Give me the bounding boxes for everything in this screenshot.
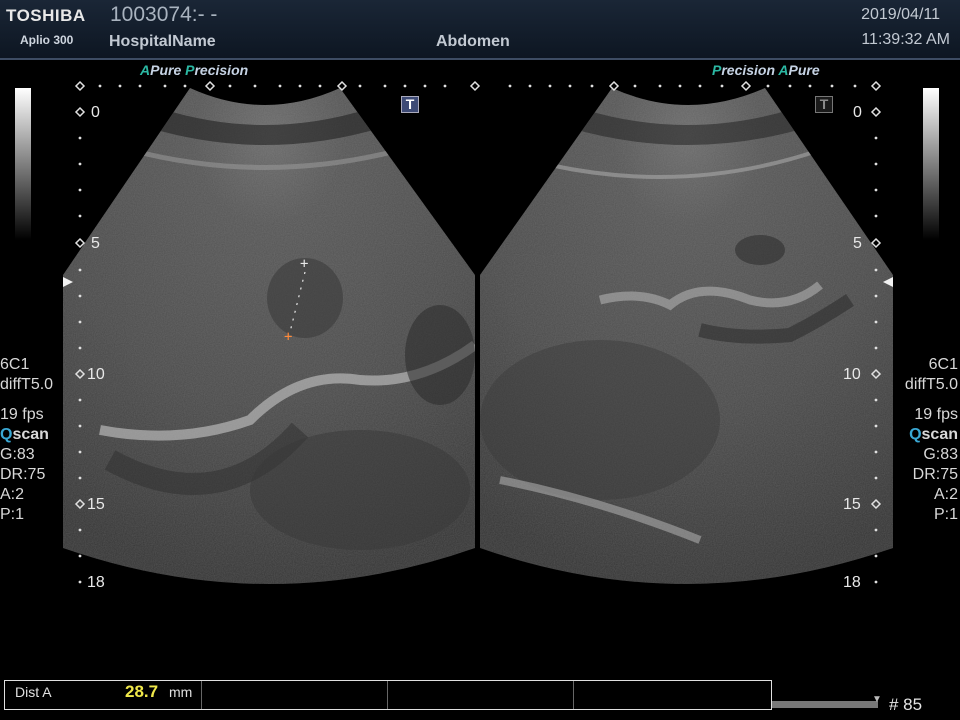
- right-depth-0: 0: [853, 104, 862, 121]
- right-depth-10: 10: [843, 366, 861, 383]
- measurement-value: 28.7: [125, 682, 159, 701]
- right-depth-15: 15: [843, 496, 861, 513]
- right-depth-5: 5: [853, 235, 862, 252]
- probe-label: 6C1: [928, 356, 958, 373]
- measurement-label: Dist A: [15, 684, 52, 700]
- qscan-label: Qscan: [909, 426, 958, 443]
- left-depth-10: 10: [87, 366, 105, 383]
- gain-label: G:83: [923, 446, 958, 463]
- left-settings-panel: 6C1 diffT5.0 19 fps Qscan G:83 DR:75 A:2…: [0, 355, 53, 525]
- right-ultrasound-image: [480, 88, 893, 584]
- measurement-results-bar: Dist A 28.7 mm: [4, 680, 772, 710]
- left-depth-15: 15: [87, 496, 105, 513]
- dr-label: DR:75: [912, 466, 958, 483]
- crosshair-icon[interactable]: +: [300, 256, 308, 272]
- ultrasound-canvas: + +: [63, 80, 893, 584]
- left-depth-0: 0: [91, 104, 100, 121]
- left-depth-5: 5: [91, 235, 100, 252]
- mode-label: diffT5.0: [904, 376, 958, 393]
- measurement-cell-empty: [201, 681, 388, 709]
- left-ultrasound-image: + +: [63, 88, 475, 584]
- qscan-label: Qscan: [0, 426, 49, 443]
- dr-label: DR:75: [0, 466, 46, 483]
- a-label: A:2: [0, 486, 25, 503]
- right-settings-panel: 6C1 diffT5.0 19 fps Qscan G:83 DR:75 A:2…: [905, 355, 958, 525]
- fps-label: 19 fps: [914, 406, 958, 423]
- mode-label: diffT5.0: [0, 376, 54, 393]
- fps-label: 19 fps: [0, 406, 44, 423]
- p-label: P:1: [0, 506, 25, 523]
- measurement-cell-empty: [387, 681, 574, 709]
- left-depth-18: 18: [87, 574, 105, 591]
- probe-label: 6C1: [0, 356, 30, 373]
- frame-counter: # 85: [889, 695, 923, 714]
- p-label: P:1: [933, 506, 958, 523]
- right-depth-18: 18: [843, 574, 861, 591]
- top-diamond-markers: [74, 80, 882, 92]
- crosshair-icon[interactable]: +: [284, 329, 292, 345]
- gain-label: G:83: [0, 446, 35, 463]
- cine-position-marker[interactable]: ▼: [872, 694, 882, 705]
- a-label: A:2: [933, 486, 958, 503]
- measurement-unit: mm: [169, 684, 193, 700]
- measurement-cell[interactable]: Dist A 28.7 mm: [5, 681, 202, 709]
- cine-progress-bar[interactable]: [772, 701, 878, 708]
